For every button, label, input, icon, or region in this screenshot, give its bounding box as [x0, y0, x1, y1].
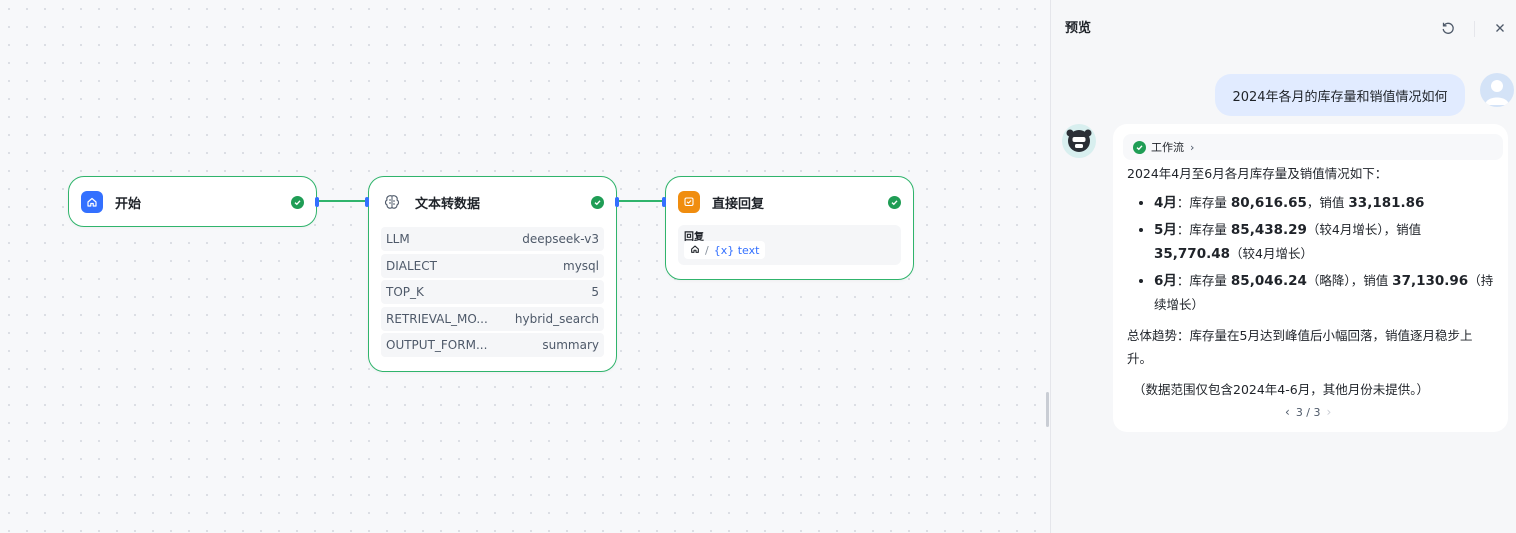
- answer-pager: ‹ 3 / 3 ›: [1279, 405, 1337, 419]
- input-handle[interactable]: [365, 197, 369, 207]
- reply-node[interactable]: 直接回复 回复 / {x} text: [662, 176, 914, 280]
- toolbar-divider: [1474, 21, 1475, 37]
- success-check-icon: [291, 195, 304, 209]
- answer-content: 2024年4月至6月各月库存量及销值情况如下： 4月：库存量 80,616.65…: [1127, 162, 1497, 401]
- variable-separator: /: [705, 243, 709, 257]
- success-check-icon: [888, 195, 901, 209]
- param-value: deepseek-v3: [522, 232, 599, 246]
- variable-chip: / {x} text: [684, 241, 766, 259]
- refresh-icon[interactable]: [1440, 20, 1456, 36]
- success-check-icon: [591, 195, 604, 209]
- param-row-llm: LLM deepseek-v3: [381, 227, 604, 251]
- param-key: DIALECT: [386, 258, 437, 273]
- param-key: RETRIEVAL_MO...: [386, 311, 488, 326]
- param-key: LLM: [386, 232, 410, 246]
- param-key: TOP_K: [386, 285, 424, 299]
- list-item: 4月：库存量 80,616.65，销值 33,181.86: [1154, 191, 1497, 215]
- param-key: OUTPUT_FORM...: [386, 338, 488, 352]
- pager-text: 3 / 3: [1295, 405, 1321, 419]
- list-item: 6月：库存量 85,046.24（略降），销值 37,130.96（持续增长）: [1154, 269, 1497, 316]
- output-handle[interactable]: [615, 197, 619, 207]
- param-value: summary: [542, 338, 599, 352]
- close-icon[interactable]: [1492, 20, 1508, 36]
- answer-list: 4月：库存量 80,616.65，销值 33,181.86 5月：库存量 85,…: [1127, 191, 1497, 316]
- list-item: 5月：库存量 85,438.29（较4月增长），销值 35,770.48（较4月…: [1154, 218, 1497, 266]
- start-node[interactable]: 开始: [68, 176, 319, 227]
- text2data-node-title: 文本转数据: [415, 196, 481, 212]
- brain-icon: [381, 191, 403, 213]
- param-row-output-format: OUTPUT_FORM... summary: [381, 333, 604, 357]
- start-node-title: 开始: [115, 196, 142, 212]
- param-value: 5: [591, 285, 599, 299]
- user-message: 2024年各月的库存量和销值情况如何: [1215, 74, 1465, 116]
- bot-avatar: [1062, 124, 1096, 158]
- user-message-text: 2024年各月的库存量和销值情况如何: [1232, 89, 1448, 105]
- param-list: LLM deepseek-v3 DIALECT mysql TOP_K 5 RE…: [381, 227, 604, 360]
- edge-text2data-to-reply: [618, 200, 665, 202]
- success-check-icon: [1133, 140, 1146, 154]
- edge-start-to-text2data: [318, 200, 368, 202]
- text2data-node[interactable]: 文本转数据 LLM deepseek-v3 DIALECT mysql TOP_…: [365, 176, 619, 372]
- chevron-left-icon[interactable]: ‹: [1279, 405, 1296, 419]
- workflow-chip[interactable]: 工作流 ›: [1123, 134, 1503, 160]
- answer-intro: 2024年4月至6月各月库存量及销值情况如下：: [1127, 166, 1388, 181]
- param-value: mysql: [563, 258, 599, 273]
- home-icon: [690, 244, 700, 257]
- chevron-right-icon: ›: [1190, 140, 1195, 154]
- answer-note: （数据范围仅包含2024年4-6月，其他月份未提供。）: [1133, 382, 1429, 397]
- workflow-chip-label: 工作流: [1151, 141, 1184, 154]
- reply-node-title: 直接回复: [712, 196, 765, 212]
- workflow-canvas[interactable]: 开始 文本转数据 LLM deepseek-v3 DIALECT mysql T…: [0, 0, 1048, 533]
- panel-title: 预览: [1065, 21, 1092, 36]
- preview-panel: 预览 2024年各月的库存量和销值情况如何 工作流 › 2024年4月至6月各月…: [1050, 0, 1516, 533]
- home-icon: [81, 191, 103, 213]
- reply-icon: [678, 191, 700, 213]
- reply-content-box: 回复 / {x} text: [678, 225, 901, 265]
- user-avatar: [1480, 73, 1514, 107]
- param-row-top-k: TOP_K 5: [381, 280, 604, 304]
- output-handle[interactable]: [315, 197, 319, 207]
- param-row-dialect: DIALECT mysql: [381, 253, 604, 278]
- input-handle[interactable]: [662, 197, 666, 207]
- param-row-retrieval-mode: RETRIEVAL_MO... hybrid_search: [381, 306, 604, 331]
- variable-name: {x} text: [713, 243, 760, 257]
- bot-message: 工作流 › 2024年4月至6月各月库存量及销值情况如下： 4月：库存量 80,…: [1113, 124, 1508, 432]
- param-value: hybrid_search: [514, 311, 599, 326]
- panel-resize-handle[interactable]: [1046, 392, 1049, 427]
- answer-summary: 总体趋势：库存量在5月达到峰值后小幅回落，销值逐月稳步上升。: [1127, 328, 1473, 366]
- chevron-right-icon[interactable]: ›: [1321, 405, 1338, 419]
